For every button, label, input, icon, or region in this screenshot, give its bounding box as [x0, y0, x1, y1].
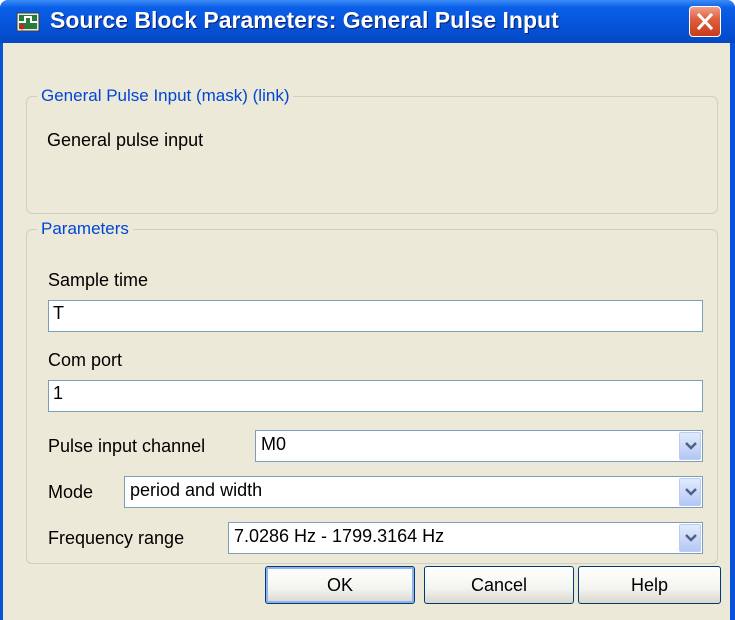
parameters-group: Parameters Sample time T Com port 1 Puls… — [26, 219, 718, 564]
pulse-input-channel-select[interactable]: M0 — [255, 430, 703, 462]
pulse-input-channel-value: M0 — [261, 434, 287, 454]
simulink-block-icon — [16, 12, 40, 32]
window-title: Source Block Parameters: General Pulse I… — [50, 7, 559, 33]
com-port-label: Com port — [48, 350, 123, 370]
dialog-window: Source Block Parameters: General Pulse I… — [0, 0, 735, 620]
frequency-range-dropdown-button[interactable] — [679, 524, 701, 552]
frequency-range-value: 7.0286 Hz - 1799.3164 Hz — [234, 526, 445, 546]
close-icon — [696, 12, 714, 31]
sample-time-label: Sample time — [48, 270, 149, 290]
title-bar[interactable]: Source Block Parameters: General Pulse I… — [0, 0, 735, 43]
close-button[interactable] — [689, 6, 721, 37]
chevron-down-icon — [685, 534, 697, 542]
help-button[interactable]: Help — [578, 566, 721, 604]
sample-time-input[interactable]: T — [48, 300, 703, 332]
frequency-range-label: Frequency range — [48, 528, 185, 548]
description-group-title: General Pulse Input (mask) (link) — [37, 86, 294, 106]
cancel-button[interactable]: Cancel — [424, 566, 574, 604]
chevron-down-icon — [685, 488, 697, 496]
com-port-input[interactable]: 1 — [48, 380, 703, 412]
frequency-range-select[interactable]: 7.0286 Hz - 1799.3164 Hz — [228, 522, 703, 554]
parameters-group-title: Parameters — [37, 219, 133, 239]
mode-value: period and width — [130, 480, 263, 500]
description-group: General Pulse Input (mask) (link) Genera… — [26, 86, 718, 214]
block-description: General pulse input — [47, 130, 204, 150]
chevron-down-icon — [685, 442, 697, 450]
mode-dropdown-button[interactable] — [679, 478, 701, 506]
mode-select[interactable]: period and width — [124, 476, 703, 508]
dialog-body: General Pulse Input (mask) (link) Genera… — [3, 43, 730, 620]
mode-label: Mode — [48, 482, 94, 502]
ok-button[interactable]: OK — [265, 566, 415, 604]
pulse-input-channel-label: Pulse input channel — [48, 436, 206, 456]
pulse-input-channel-dropdown-button[interactable] — [679, 432, 701, 460]
